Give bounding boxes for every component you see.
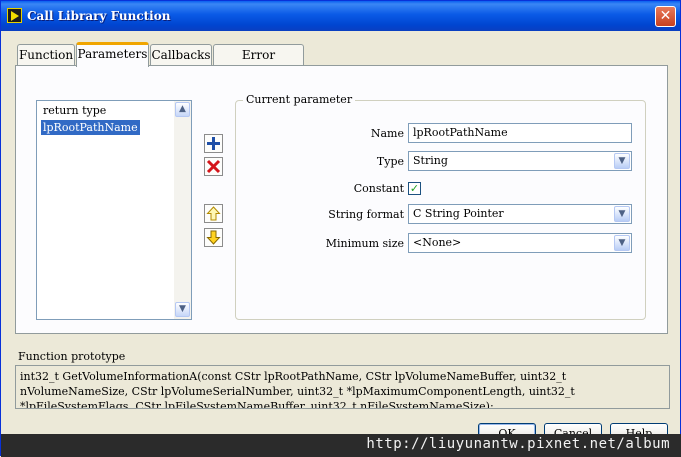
list-item-return-type[interactable]: return type xyxy=(41,103,108,118)
labview-app-icon xyxy=(7,8,22,23)
minimum-size-dropdown-button[interactable]: ▼ xyxy=(614,235,630,251)
x-icon xyxy=(206,159,221,174)
chevron-down-icon: ▼ xyxy=(618,209,626,219)
parameters-listbox[interactable]: return type lpRootPathName ▲ ▼ xyxy=(36,100,192,320)
move-down-button[interactable] xyxy=(204,228,223,247)
list-item-lprootpathname[interactable]: lpRootPathName xyxy=(41,120,140,135)
constant-label: Constant xyxy=(353,182,404,195)
delete-parameter-button[interactable] xyxy=(204,157,223,176)
string-format-label: String format xyxy=(328,208,404,221)
constant-checkbox[interactable]: ✓ xyxy=(408,182,421,195)
chevron-down-icon: ▼ xyxy=(618,156,626,166)
function-prototype-label: Function prototype xyxy=(18,350,126,363)
name-field[interactable]: lpRootPathName xyxy=(408,123,632,143)
close-button[interactable]: ✕ xyxy=(655,6,676,27)
minimum-size-label: Minimum size xyxy=(325,237,404,250)
chevron-down-icon: ▼ xyxy=(179,304,186,314)
title-bar[interactable]: Call Library Function ✕ xyxy=(1,1,680,31)
function-prototype-text: int32_t GetVolumeInformationA(const CStr… xyxy=(15,365,670,409)
type-label: Type xyxy=(376,155,404,168)
string-format-select[interactable]: C String Pointer ▼ xyxy=(408,204,632,224)
tab-parameters[interactable]: Parameters xyxy=(76,42,149,67)
string-format-value: C String Pointer xyxy=(413,207,504,220)
listbox-scrollbar[interactable]: ▲ ▼ xyxy=(174,101,191,319)
watermark-url: http://liuyunantw.pixnet.net/album xyxy=(366,436,670,452)
type-select-value: String xyxy=(413,154,448,167)
current-parameter-title: Current parameter xyxy=(243,93,356,106)
tab-error-checking[interactable]: Error Checking xyxy=(213,44,304,82)
string-format-dropdown-button[interactable]: ▼ xyxy=(614,206,630,222)
up-arrow-icon xyxy=(206,206,221,221)
scroll-down-button[interactable]: ▼ xyxy=(175,302,190,317)
type-dropdown-button[interactable]: ▼ xyxy=(614,153,630,169)
chevron-down-icon: ▼ xyxy=(618,238,626,248)
window-title: Call Library Function xyxy=(27,9,171,23)
checkmark-icon: ✓ xyxy=(409,182,420,195)
type-select[interactable]: String ▼ xyxy=(408,151,632,171)
add-parameter-button[interactable] xyxy=(204,134,223,153)
name-label: Name xyxy=(370,127,404,140)
move-up-button[interactable] xyxy=(204,204,223,223)
chevron-up-icon: ▲ xyxy=(179,104,186,114)
tab-callbacks[interactable]: Callbacks xyxy=(150,44,212,66)
tab-function[interactable]: Function xyxy=(17,44,75,66)
minimum-size-value: <None> xyxy=(413,236,462,249)
plus-icon xyxy=(207,137,220,150)
call-library-function-dialog: Call Library Function ✕ Function Paramet… xyxy=(0,0,681,457)
watermark-bar: http://liuyunantw.pixnet.net/album xyxy=(1,434,681,457)
minimum-size-select[interactable]: <None> ▼ xyxy=(408,233,632,253)
scroll-up-button[interactable]: ▲ xyxy=(175,102,190,117)
close-icon: ✕ xyxy=(659,8,672,24)
down-arrow-icon xyxy=(206,230,221,245)
